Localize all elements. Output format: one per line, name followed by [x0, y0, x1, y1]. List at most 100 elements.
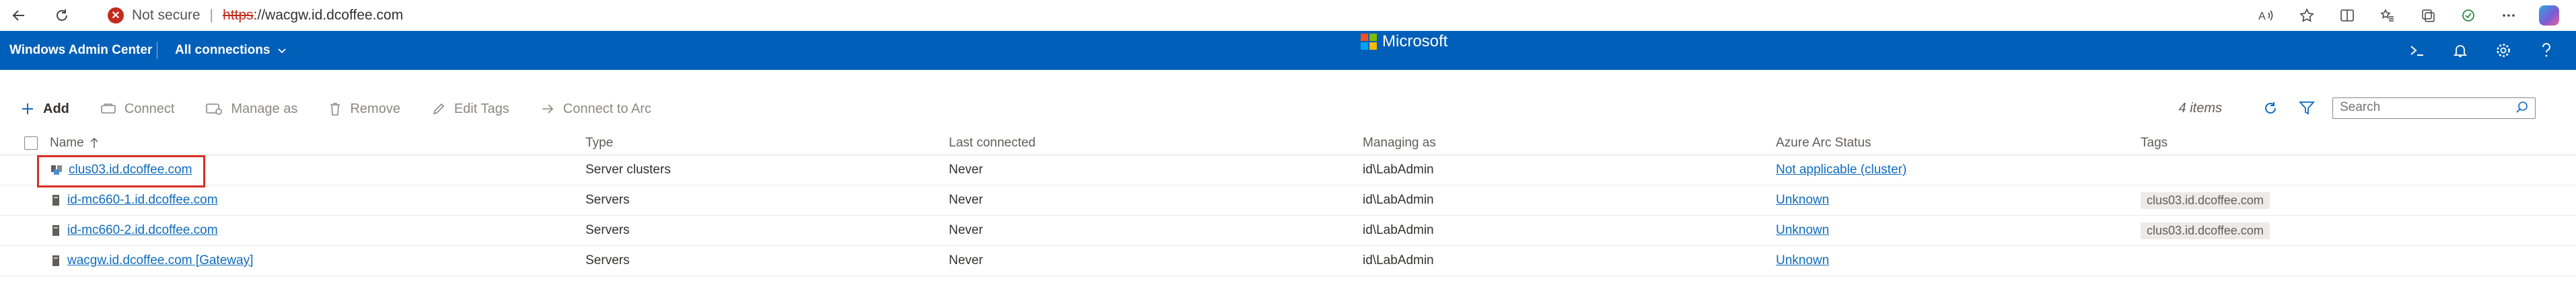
extensions-icon[interactable] [2458, 5, 2479, 26]
settings-gear-icon[interactable] [2482, 31, 2525, 70]
last-connected-cell: Never [949, 163, 983, 177]
managing-as-cell: id\LabAdmin [1363, 163, 1434, 177]
refresh-icon[interactable] [51, 5, 73, 26]
collections-icon[interactable] [2417, 5, 2439, 26]
url-scheme: https [223, 7, 254, 23]
column-header-managing-as[interactable]: Managing as [1363, 132, 1436, 155]
connect-to-arc-button[interactable]: Connect to Arc [540, 101, 651, 117]
arc-status-cell: Unknown [1776, 246, 1829, 276]
server-icon [52, 255, 59, 266]
connect-button[interactable]: Connect [100, 101, 175, 117]
column-header-tags[interactable]: Tags [2141, 132, 2168, 155]
connection-name-link[interactable]: clus03.id.dcoffee.com [69, 163, 192, 177]
url-host: ://wacgw.id.dcoffee.com [253, 7, 404, 23]
plus-icon [22, 103, 33, 114]
connection-name-link[interactable]: id-mc660-1.id.dcoffee.com [67, 193, 218, 208]
type-cell: Servers [585, 223, 630, 237]
arc-status-link[interactable]: Not applicable (cluster) [1776, 163, 1906, 177]
app-title[interactable]: Windows Admin Center [9, 31, 152, 70]
manage-as-icon [206, 103, 223, 115]
toolbar-right: 4 items [2179, 93, 2576, 124]
edit-tags-button[interactable]: Edit Tags [431, 101, 509, 117]
tag-pill[interactable]: clus03.id.dcoffee.com [2141, 192, 2270, 209]
table-row[interactable]: clus03.id.dcoffee.com Server clusters Ne… [0, 155, 2576, 185]
last-connected-cell: Never [949, 193, 983, 207]
brand-text: Microsoft [1382, 32, 1448, 50]
split-screen-icon[interactable] [2336, 5, 2358, 26]
add-label: Add [43, 101, 69, 116]
command-toolbar: Add Connect Manage as Remove Edit Tags C… [20, 95, 651, 122]
microsoft-logo: Microsoft [1361, 32, 1447, 51]
connections-table: Name Type Last connected Managing as Azu… [0, 132, 2576, 276]
notifications-bell-icon[interactable] [2439, 31, 2482, 70]
table-row[interactable]: wacgw.id.dcoffee.com [Gateway] Servers N… [0, 246, 2576, 276]
browser-actions: A [2256, 5, 2560, 26]
column-name-label: Name [50, 136, 84, 150]
name-cell: wacgw.id.dcoffee.com [Gateway] [50, 246, 253, 276]
back-arrow-icon[interactable] [8, 5, 30, 26]
search-box [2332, 97, 2536, 119]
read-aloud-icon[interactable]: A [2256, 5, 2277, 26]
header-actions [2396, 31, 2576, 70]
column-header-azure-arc-status[interactable]: Azure Arc Status [1776, 132, 1871, 155]
column-header-name[interactable]: Name [50, 132, 99, 155]
arc-status-link[interactable]: Unknown [1776, 193, 1829, 208]
last-connected-cell: Never [949, 253, 983, 267]
items-count: 4 items [2178, 100, 2222, 116]
connection-name-link[interactable]: wacgw.id.dcoffee.com [Gateway] [67, 253, 253, 268]
server-icon [52, 195, 59, 206]
tag-pill[interactable]: clus03.id.dcoffee.com [2141, 222, 2270, 239]
column-header-last-connected[interactable]: Last connected [949, 132, 1036, 155]
arc-status-link[interactable]: Unknown [1776, 223, 1829, 238]
add-button[interactable]: Add [20, 101, 69, 117]
connection-name-link[interactable]: id-mc660-2.id.dcoffee.com [67, 223, 218, 238]
tags-cell: clus03.id.dcoffee.com [2141, 216, 2270, 245]
manage-as-label: Manage as [231, 101, 298, 116]
name-cell: id-mc660-1.id.dcoffee.com [50, 185, 218, 215]
pencil-icon [433, 103, 444, 115]
connections-label: All connections [175, 43, 271, 57]
search-input[interactable] [2333, 98, 2508, 117]
terminal-icon[interactable] [2396, 31, 2439, 70]
address-separator: | [209, 7, 214, 23]
chevron-down-icon [278, 48, 287, 54]
svg-text:A: A [2258, 11, 2266, 22]
connections-dropdown[interactable]: All connections [175, 31, 287, 70]
favorites-icon[interactable] [2377, 5, 2398, 26]
arc-status-link[interactable]: Unknown [1776, 253, 1829, 268]
column-header-type[interactable]: Type [585, 132, 613, 155]
table-row[interactable]: id-mc660-1.id.dcoffee.com Servers Never … [0, 185, 2576, 216]
remove-button[interactable]: Remove [328, 101, 400, 117]
sort-ascending-icon [90, 137, 98, 148]
help-icon[interactable] [2525, 31, 2568, 70]
arc-status-cell: Unknown [1776, 216, 1829, 245]
connect-label: Connect [124, 101, 175, 116]
managing-as-cell: id\LabAdmin [1363, 253, 1434, 267]
refresh-list-icon[interactable] [2254, 93, 2287, 124]
filter-icon[interactable] [2291, 93, 2323, 124]
table-row[interactable]: id-mc660-2.id.dcoffee.com Servers Never … [0, 216, 2576, 246]
type-cell: Servers [585, 253, 630, 267]
edit-tags-label: Edit Tags [454, 101, 509, 116]
arc-status-cell: Unknown [1776, 185, 1829, 215]
last-connected-cell: Never [949, 223, 983, 237]
select-all-checkbox[interactable] [24, 132, 38, 155]
table-header: Name Type Last connected Managing as Azu… [0, 132, 2576, 155]
not-secure-icon[interactable]: ✕ [108, 7, 124, 24]
name-cell: clus03.id.dcoffee.com [50, 155, 192, 185]
server-icon [52, 225, 59, 236]
name-cell: id-mc660-2.id.dcoffee.com [50, 216, 218, 245]
more-options-icon[interactable] [2498, 5, 2519, 26]
search-icon[interactable] [2515, 100, 2530, 118]
app-header: Windows Admin Center All connections Mic… [0, 31, 2576, 70]
address-bar[interactable]: ✕ Not secure | https://wacgw.id.dcoffee.… [108, 5, 403, 26]
connect-icon [101, 103, 116, 114]
favorite-star-icon[interactable] [2296, 5, 2318, 26]
connect-to-arc-label: Connect to Arc [563, 101, 651, 116]
copilot-icon[interactable] [2538, 5, 2560, 26]
tags-cell: clus03.id.dcoffee.com [2141, 185, 2270, 215]
type-cell: Servers [585, 193, 630, 207]
manage-as-button[interactable]: Manage as [205, 101, 297, 117]
server-cluster-icon [51, 165, 62, 175]
arc-status-cell: Not applicable (cluster) [1776, 155, 1906, 185]
